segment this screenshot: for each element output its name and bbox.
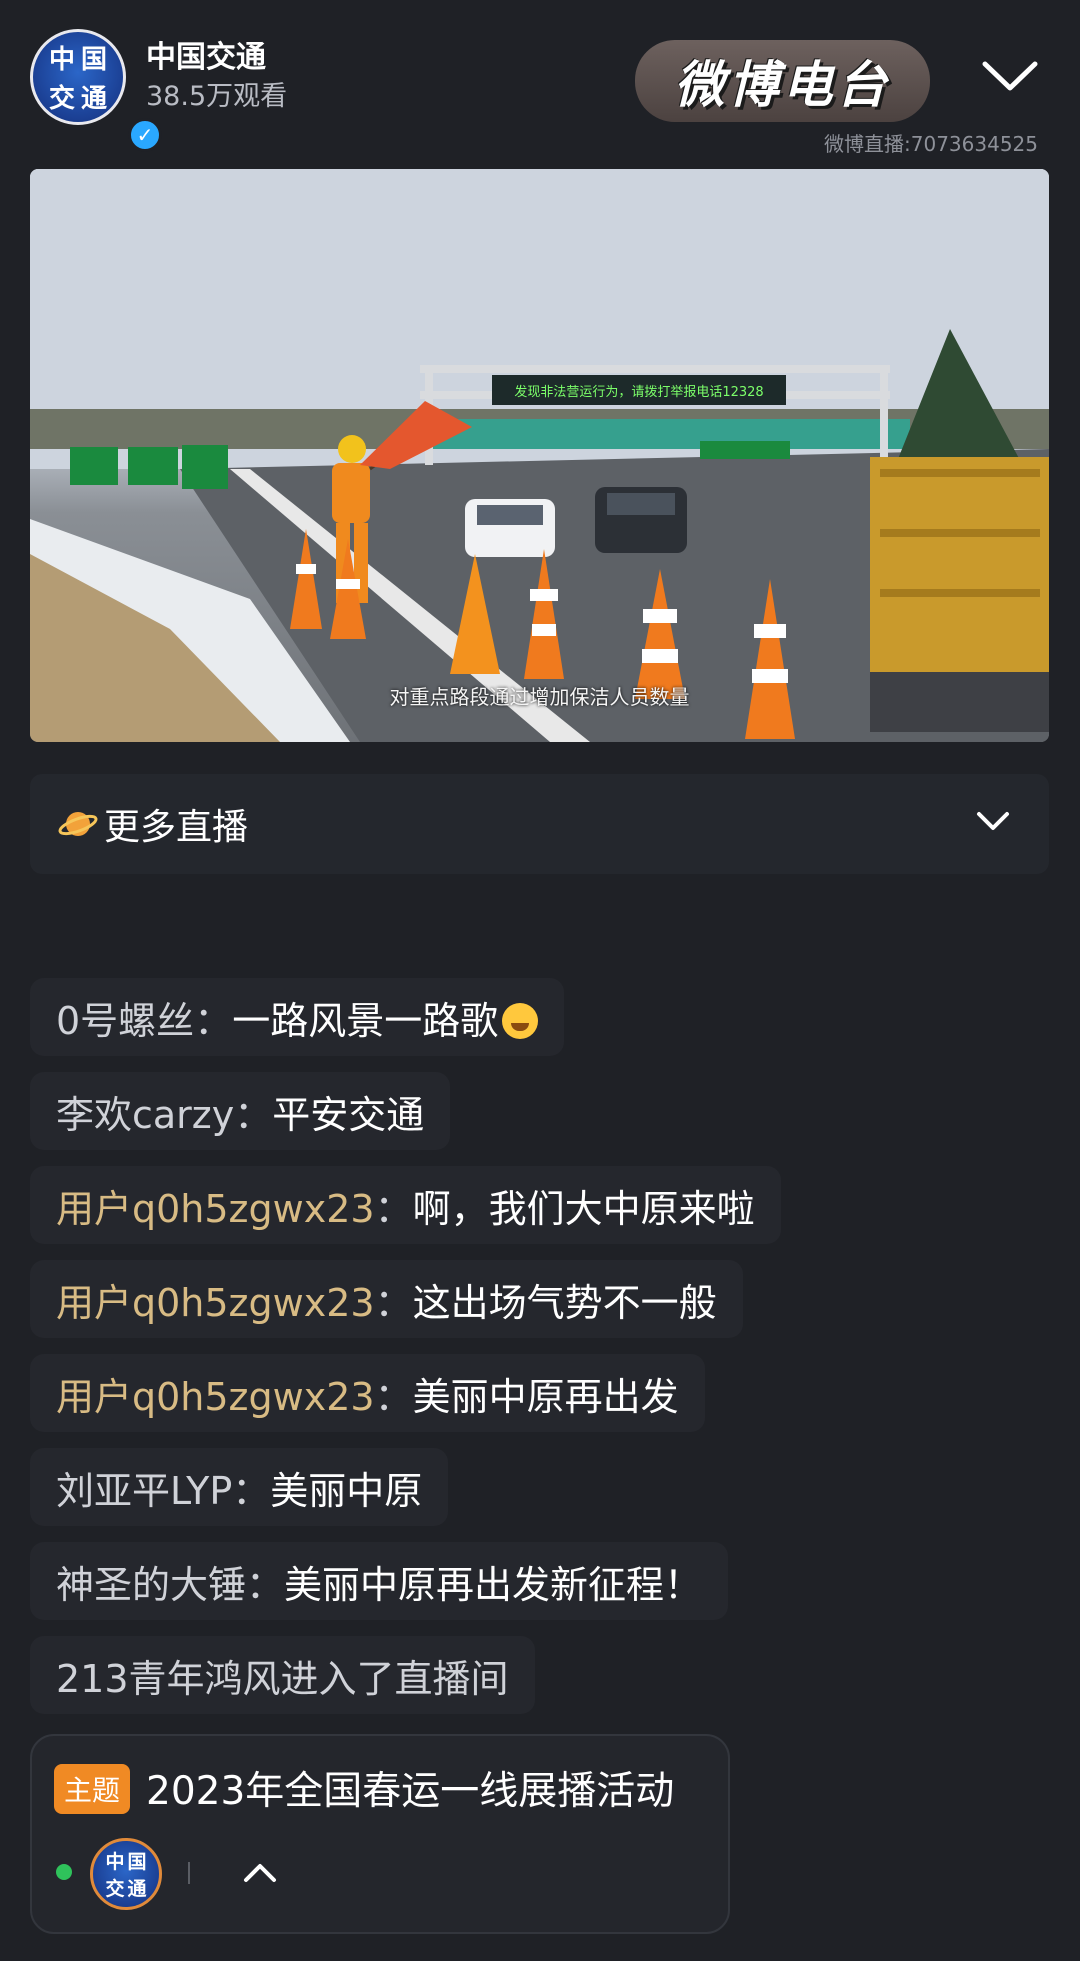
topic-card[interactable]: 主题 2023年全国春运一线展播活动 中 国 交 通 <box>30 1734 730 1934</box>
planet-icon <box>58 812 98 836</box>
comment-user[interactable]: 神圣的大锤 <box>56 1554 246 1609</box>
live-room-screen: 中 国 交 通 ✓ 中国交通 38.5万观看 微博电台 微博直播:7073634… <box>0 0 1080 1961</box>
comment-item[interactable]: 李欢carzy：平安交通 <box>30 1072 451 1150</box>
comment-user[interactable]: 刘亚平LYP <box>56 1460 232 1515</box>
comment-separator: ： <box>374 1374 413 1419</box>
live-room-id: 微博直播:7073634525 <box>824 132 1038 156</box>
avatar-logo: 中 国 交 通 <box>48 45 108 114</box>
chevron-up-icon[interactable] <box>238 1854 282 1890</box>
comment-item[interactable]: 刘亚平LYP：美丽中原 <box>30 1448 449 1526</box>
weibo-radio-logo: 微博电台 <box>635 40 930 122</box>
divider <box>188 1862 190 1884</box>
comment-item[interactable]: 0号螺丝：一路风景一路歌 <box>30 978 565 1056</box>
comment-text: 美丽中原再出发 <box>412 1374 679 1419</box>
comment-user[interactable]: 用户q0h5zgwx23 <box>56 1366 375 1421</box>
video-frame: 发现非法营运行为，请拨打举报电话12328 <box>30 169 1049 742</box>
topic-badge: 主题 <box>54 1764 131 1814</box>
comment-separator: ： <box>234 1092 273 1137</box>
live-video-player[interactable]: 发现非法营运行为，请拨打举报电话12328 对重点路段通过增加保洁人员数量 <box>30 169 1049 742</box>
comment-separator: ： <box>246 1562 285 1607</box>
comment-separator: ： <box>374 1186 413 1231</box>
comment-item[interactable]: 用户q0h5zgwx23：啊，我们大中原来啦 <box>30 1166 781 1244</box>
chevron-down-icon <box>982 61 1038 91</box>
comment-text: 这出场气势不一般 <box>412 1280 717 1325</box>
entered-room-text: 213青年鸿风进入了直播间 <box>56 1656 509 1701</box>
anchor-name[interactable]: 中国交通 <box>146 38 287 78</box>
header: 中 国 交 通 ✓ 中国交通 38.5万观看 微博电台 微博直播:7073634… <box>0 0 1080 160</box>
comment-item[interactable]: 用户q0h5zgwx23：美丽中原再出发 <box>30 1354 705 1432</box>
comment-text: 一路风景一路歌 <box>232 998 499 1043</box>
gantry-sign-text: 发现非法营运行为，请拨打举报电话12328 <box>514 384 763 400</box>
comment-text: 美丽中原再出发新征程！ <box>284 1562 703 1607</box>
comment-user[interactable]: 用户q0h5zgwx23 <box>56 1178 375 1233</box>
comment-text: 啊，我们大中原来啦 <box>412 1186 755 1231</box>
anchor-avatar[interactable]: 中 国 交 通 <box>30 29 126 125</box>
topic-title[interactable]: 2023年全国春运一线展播活动 <box>146 1760 674 1816</box>
online-status-dot <box>56 1864 72 1880</box>
more-live-bar[interactable]: 更多直播 <box>30 774 1049 874</box>
comment-item[interactable]: 神圣的大锤：美丽中原再出发新征程！ <box>30 1542 729 1620</box>
comment-separator: ： <box>374 1280 413 1325</box>
avatar-logo: 中 国 交 通 <box>105 1851 147 1900</box>
video-subtitle: 对重点路段通过增加保洁人员数量 <box>389 685 690 709</box>
comment-user[interactable]: 0号螺丝 <box>56 990 194 1045</box>
smiling-face-emoji-icon <box>502 1003 539 1039</box>
verified-icon: ✓ <box>128 118 162 152</box>
anchor-info[interactable]: 中 国 交 通 ✓ 中国交通 38.5万观看 <box>30 26 320 152</box>
comment-text: 平安交通 <box>272 1092 425 1137</box>
more-live-label: 更多直播 <box>104 807 249 848</box>
system-message: 213青年鸿风进入了直播间 <box>30 1636 535 1714</box>
collapse-button[interactable] <box>978 52 1042 100</box>
comment-separator: ： <box>232 1468 271 1513</box>
comment-text: 美丽中原 <box>270 1468 423 1513</box>
comment-user[interactable]: 用户q0h5zgwx23 <box>56 1272 375 1327</box>
viewer-count: 38.5万观看 <box>146 81 288 112</box>
host-avatar[interactable]: 中 国 交 通 <box>90 1838 162 1910</box>
comment-separator: ： <box>194 998 233 1043</box>
comment-item[interactable]: 用户q0h5zgwx23：这出场气势不一般 <box>30 1260 743 1338</box>
anchor-text: 中国交通 38.5万观看 <box>146 38 287 116</box>
chevron-down-icon[interactable] <box>973 806 1013 838</box>
comment-user[interactable]: 李欢carzy <box>56 1084 234 1139</box>
